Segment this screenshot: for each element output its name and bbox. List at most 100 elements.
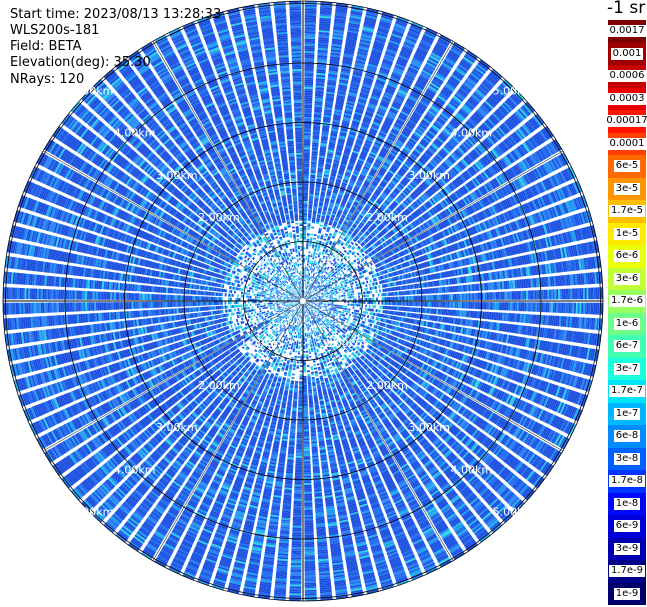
range-gate-cell xyxy=(308,276,310,279)
range-gate-cell xyxy=(327,303,330,305)
range-gate-cell xyxy=(370,266,373,271)
range-gate-cell xyxy=(527,302,530,312)
ppi-scan-plot: 1.00km1.00km1.00km1.00km2.00km2.00km2.00… xyxy=(2,0,604,602)
range-gate-cell xyxy=(365,304,368,308)
range-gate-cell xyxy=(493,302,496,310)
range-gate-cell xyxy=(303,218,307,221)
range-gate-cell xyxy=(365,284,368,288)
range-gate-cell xyxy=(590,287,593,300)
range-gate-cell xyxy=(595,302,598,315)
range-gate-cell xyxy=(303,236,306,239)
range-gate-cell xyxy=(550,289,553,300)
range-gate-cell xyxy=(436,301,439,308)
range-gate-cell xyxy=(333,275,337,278)
range-gate-cell xyxy=(549,289,552,300)
range-gate-cell xyxy=(309,238,313,241)
range-gate-cell xyxy=(308,251,311,254)
range-gate-cell xyxy=(440,294,443,301)
range-gate-cell xyxy=(304,26,316,29)
range-gate-cell xyxy=(329,304,332,306)
range-gate-cell xyxy=(304,290,305,293)
range-gate-cell xyxy=(366,263,370,268)
range-gate-cell xyxy=(338,297,341,299)
range-gate-cell xyxy=(318,297,321,299)
range-gate-cell xyxy=(303,165,310,168)
range-gate-cell xyxy=(504,302,507,311)
range-gate-cell xyxy=(307,278,309,281)
range-gate-cell xyxy=(349,296,352,299)
range-gate-cell xyxy=(303,208,308,211)
range-gate-cell xyxy=(434,294,437,301)
range-gate-cell xyxy=(304,140,311,143)
range-gate-cell xyxy=(388,306,391,310)
range-gate-cell xyxy=(305,279,307,282)
range-gate-cell xyxy=(416,307,419,313)
range-gate-cell xyxy=(310,301,312,303)
range-gate-cell xyxy=(307,269,310,272)
range-gate-cell xyxy=(303,161,310,164)
range-gate-cell xyxy=(334,292,337,295)
range-gate-cell xyxy=(325,297,328,299)
range-gate-cell xyxy=(401,301,403,306)
range-gate-cell xyxy=(490,292,493,300)
range-gate-cell xyxy=(350,293,353,296)
range-gate-cell xyxy=(517,302,519,311)
range-gate-cell xyxy=(369,279,372,283)
range-gate-cell xyxy=(343,294,346,297)
range-gate-cell xyxy=(393,291,396,296)
range-gate-cell xyxy=(309,244,312,247)
range-gate-cell xyxy=(525,290,528,300)
range-gate-cell xyxy=(317,293,320,296)
range-gate-cell xyxy=(429,295,432,301)
range-gate-cell xyxy=(307,254,310,257)
range-gate-cell xyxy=(314,256,318,259)
range-gate-cell xyxy=(312,274,315,277)
range-gate-cell xyxy=(434,301,437,308)
range-gate-cell xyxy=(433,294,436,301)
range-gate-cell xyxy=(351,296,353,299)
range-gate-cell xyxy=(529,302,532,312)
range-gate-cell xyxy=(304,40,315,43)
range-gate-cell xyxy=(303,160,310,162)
range-gate-cell xyxy=(431,295,434,301)
range-gate-cell xyxy=(416,289,419,295)
range-gate-cell xyxy=(584,302,587,315)
range-gate-cell xyxy=(308,201,313,204)
range-gate-cell xyxy=(308,278,310,281)
range-gate-cell xyxy=(529,290,532,300)
range-gate-cell xyxy=(588,302,591,315)
range-gate-cell xyxy=(304,102,313,105)
range-gate-cell xyxy=(426,295,428,301)
range-gate-cell xyxy=(331,298,334,300)
range-gate-cell xyxy=(359,304,362,307)
range-gate-cell xyxy=(315,252,319,256)
range-gate-cell xyxy=(561,302,564,313)
range-gate-cell xyxy=(304,13,317,16)
range-gate-cell xyxy=(316,296,319,298)
range-gate-cell xyxy=(304,127,311,130)
range-gate-cell xyxy=(417,301,419,307)
range-gate-cell xyxy=(304,117,312,120)
range-gate-cell xyxy=(305,258,308,261)
range-gate-cell xyxy=(483,292,486,300)
range-gate-cell xyxy=(382,292,385,297)
range-gate-cell xyxy=(305,256,308,259)
range-gate-cell xyxy=(370,297,373,301)
range-gate-cell xyxy=(304,118,312,121)
range-gate-cell xyxy=(367,297,369,301)
range-gate-cell xyxy=(334,294,337,296)
range-gate-cell xyxy=(304,29,316,32)
range-gate-cell xyxy=(331,291,334,293)
range-gate-cell xyxy=(367,301,369,305)
range-gate-cell xyxy=(347,301,350,304)
range-gate-cell xyxy=(509,291,512,300)
range-gate-cell xyxy=(459,302,462,309)
range-gate-cell xyxy=(303,204,308,207)
range-gate-cell xyxy=(313,290,316,292)
range-gate-cell xyxy=(447,294,450,301)
range-gate-cell xyxy=(327,302,330,304)
range-gate-cell xyxy=(350,285,353,288)
range-gate-cell xyxy=(316,266,318,269)
range-gate-cell xyxy=(303,151,310,153)
range-gate-cell xyxy=(472,293,475,300)
